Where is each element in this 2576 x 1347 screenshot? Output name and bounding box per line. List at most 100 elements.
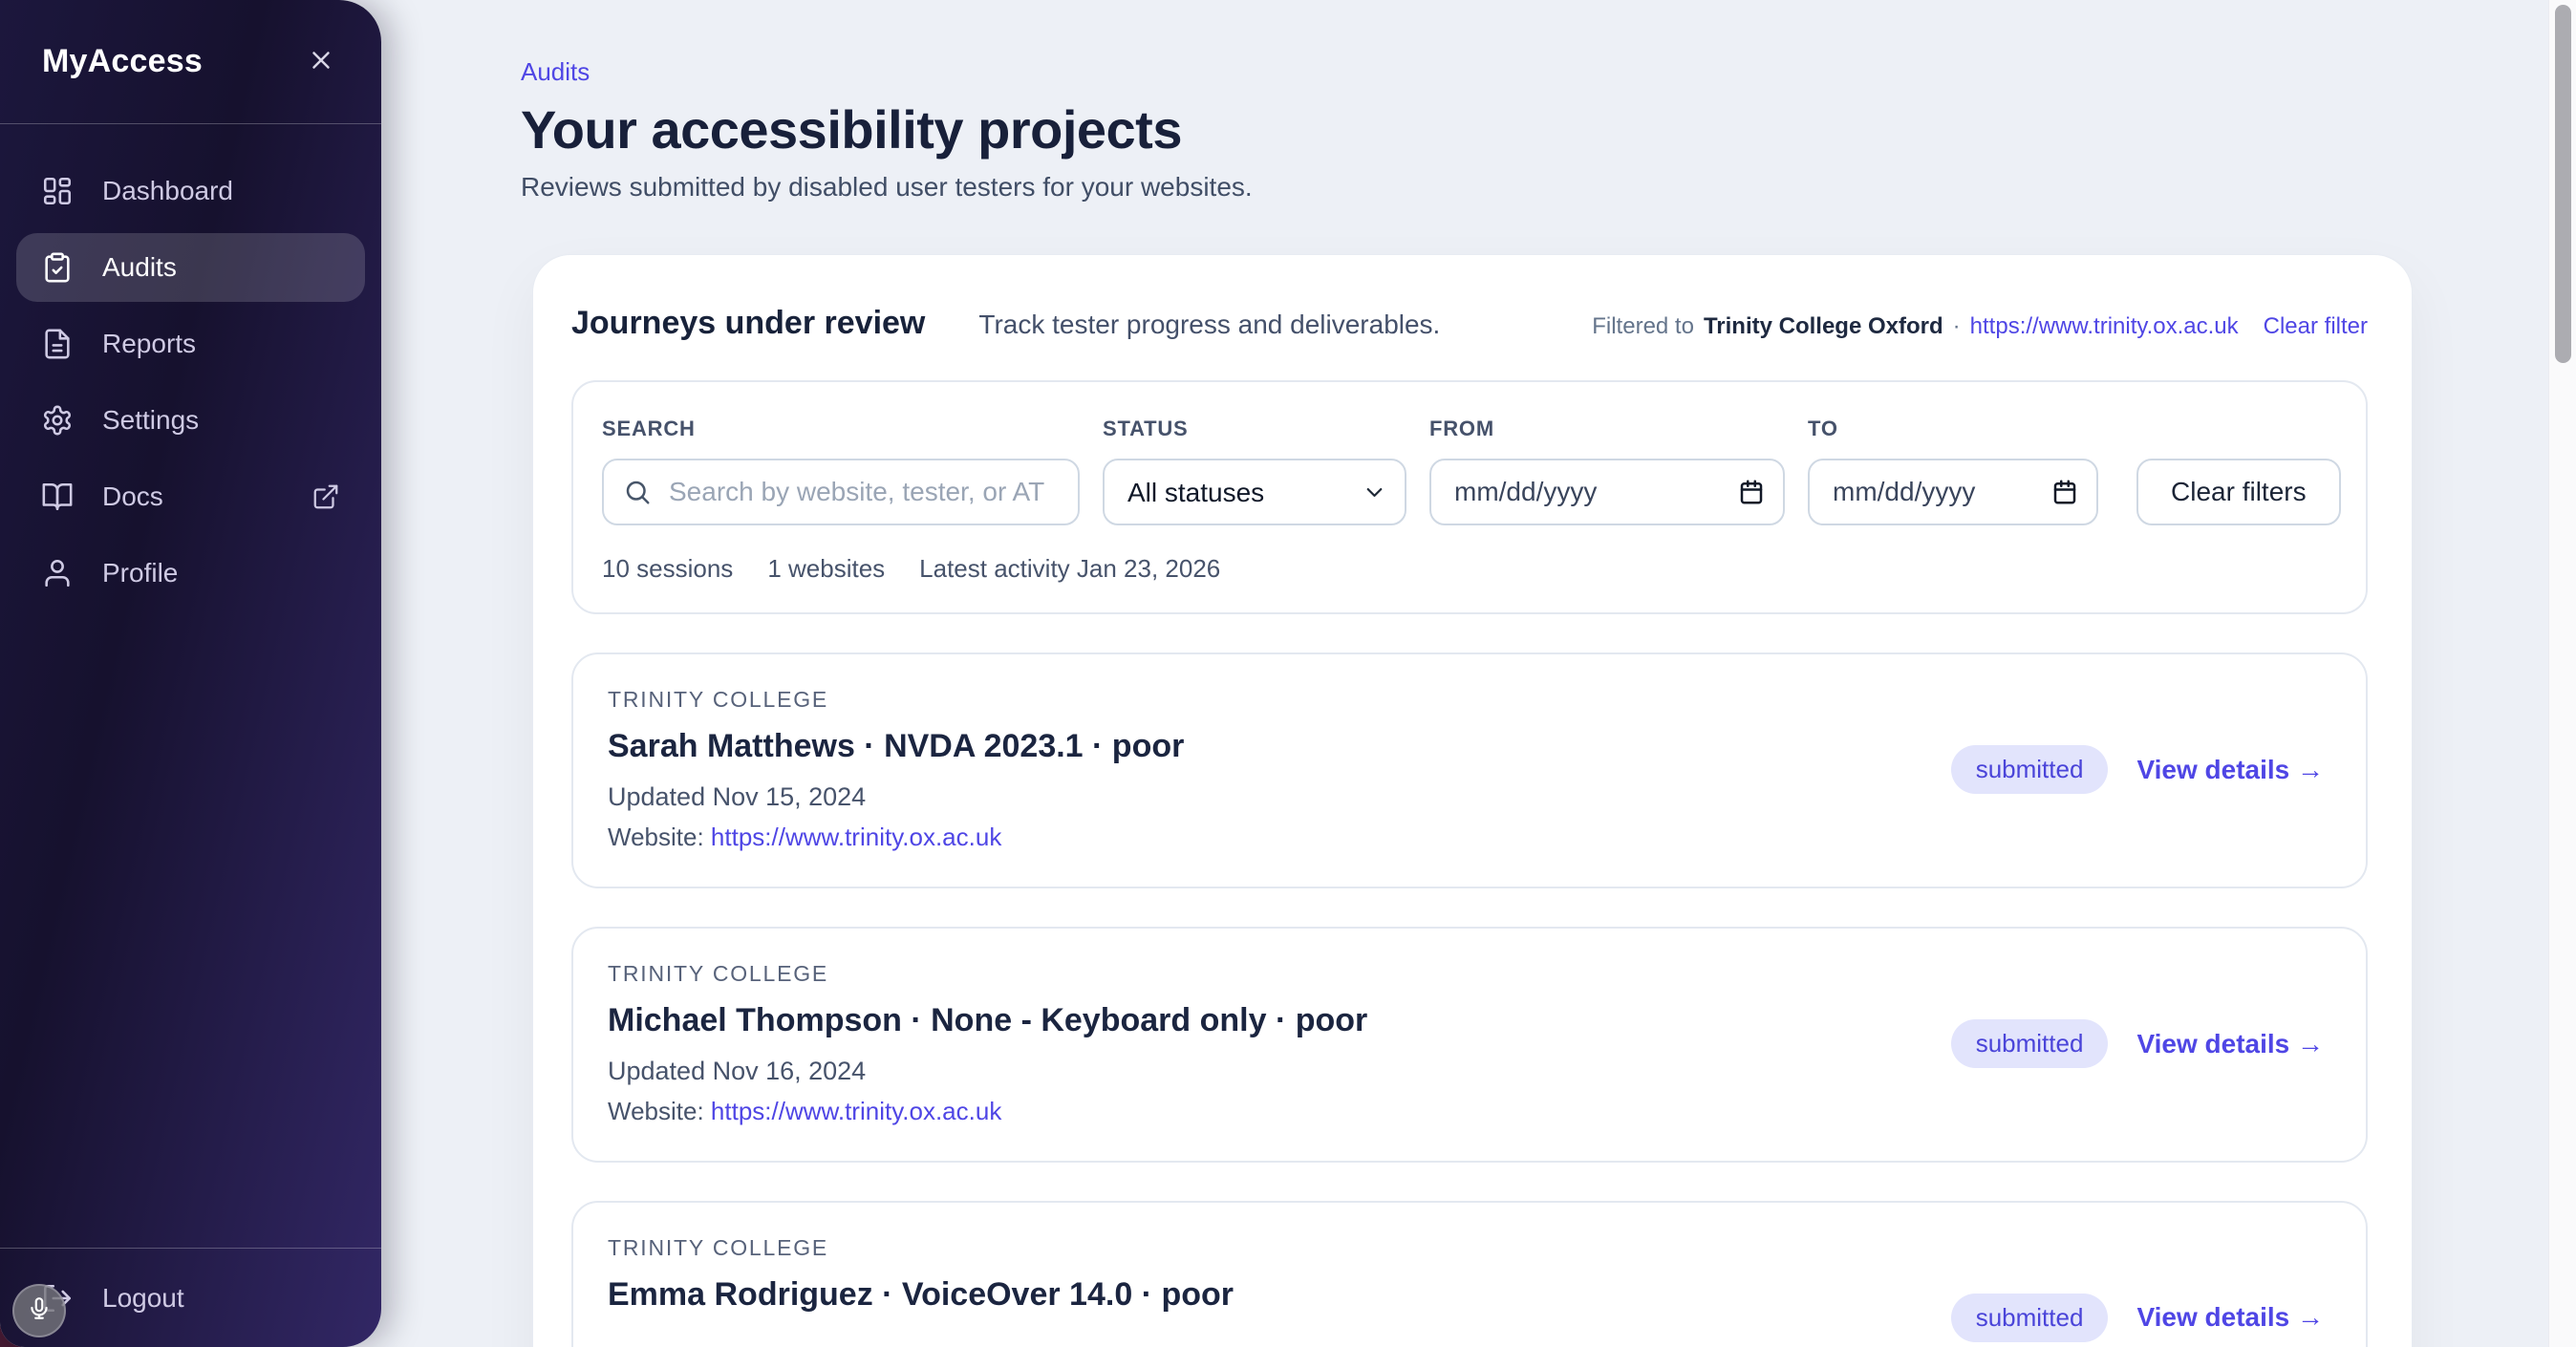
sidebar-item-label: Docs: [102, 481, 163, 512]
close-sidebar-button[interactable]: [305, 46, 337, 78]
to-calendar-icon[interactable]: [2050, 478, 2079, 506]
journey-card: TRINITY COLLEGE Sarah Matthews · NVDA 20…: [571, 652, 2368, 888]
card-actions: submitted View details →: [1951, 1294, 2324, 1342]
section-title: Journeys under review: [571, 305, 925, 342]
filter-note-prefix: Filtered to: [1592, 313, 1694, 340]
card-info: TRINITY COLLEGE Michael Thompson · None …: [608, 961, 1367, 1126]
card-actions: submitted View details →: [1951, 1019, 2324, 1068]
sidebar-item-docs[interactable]: Docs: [16, 462, 365, 531]
website-link[interactable]: https://www.trinity.ox.ac.uk: [711, 823, 1001, 851]
status-badge: submitted: [1951, 745, 2109, 794]
website-label: Website:: [608, 823, 704, 851]
sidebar: MyAccess Dashbo: [0, 0, 381, 1347]
search-input[interactable]: [667, 476, 1059, 508]
view-details-link[interactable]: View details →: [2136, 755, 2324, 785]
sidebar-item-label: Settings: [102, 405, 199, 436]
to-field-group: To: [1808, 417, 2098, 525]
to-date-input[interactable]: [1831, 476, 2043, 508]
card-title: Sarah Matthews · NVDA 2023.1 · poor: [608, 728, 1184, 765]
from-label: From: [1429, 417, 1785, 441]
card-info: TRINITY COLLEGE Emma Rodriguez · VoiceOv…: [608, 1235, 1234, 1347]
from-calendar-icon[interactable]: [1737, 478, 1766, 506]
status-badge: submitted: [1951, 1294, 2109, 1342]
close-icon: [307, 46, 335, 77]
website-link[interactable]: https://www.trinity.ox.ac.uk: [711, 1097, 1001, 1125]
view-details-link[interactable]: View details →: [2136, 1029, 2324, 1059]
search-label: Search: [602, 417, 1080, 441]
screen: Audits Your accessibility projects Revie…: [0, 0, 2576, 1347]
journey-card: TRINITY COLLEGE Emma Rodriguez · VoiceOv…: [571, 1201, 2368, 1347]
card-updated: [608, 1331, 1234, 1347]
clipboard-check-icon: [41, 251, 74, 284]
sidebar-item-reports[interactable]: Reports: [16, 310, 365, 378]
filtered-site-name: Trinity College Oxford: [1704, 313, 1943, 340]
status-field: All statuses: [1103, 459, 1406, 525]
file-text-icon: [41, 328, 74, 360]
page-title: Your accessibility projects: [521, 98, 2549, 160]
latest-activity: Latest activity Jan 23, 2026: [919, 554, 1220, 584]
sidebar-item-label: Dashboard: [102, 176, 233, 206]
filtered-site-url-link[interactable]: https://www.trinity.ox.ac.uk: [1970, 313, 2239, 340]
from-field-group: From: [1429, 417, 1785, 525]
external-link-icon: [311, 482, 340, 511]
sidebar-item-settings[interactable]: Settings: [16, 386, 365, 455]
main-content: Audits Your accessibility projects Revie…: [381, 0, 2549, 1347]
card-title: Emma Rodriguez · VoiceOver 14.0 · poor: [608, 1276, 1234, 1314]
card-website: Website: https://www.trinity.ox.ac.uk: [608, 823, 1184, 852]
sidebar-item-profile[interactable]: Profile: [16, 539, 365, 608]
to-date-field: [1808, 459, 2098, 525]
search-icon: [623, 478, 652, 506]
sidebar-nav: Dashboard Audits: [0, 124, 381, 608]
filter-toolbar: Search Status: [571, 380, 2368, 614]
sidebar-item-audits[interactable]: Audits: [16, 233, 365, 302]
card-title: Michael Thompson · None - Keyboard only …: [608, 1002, 1367, 1039]
mic-icon: [27, 1296, 52, 1326]
card-website: Website: https://www.trinity.ox.ac.uk: [608, 1097, 1367, 1126]
website-label: Website:: [608, 1097, 704, 1125]
from-date-field: [1429, 459, 1785, 525]
status-field-group: Status All statuses: [1103, 417, 1406, 525]
search-field-group: Search: [602, 417, 1080, 525]
sidebar-item-label: Profile: [102, 558, 178, 588]
clear-filter-link[interactable]: Clear filter: [2264, 313, 2368, 340]
page-subtitle: Reviews submitted by disabled user teste…: [521, 172, 2549, 203]
panel-header: Journeys under review Track tester progr…: [571, 305, 2368, 342]
org-label: TRINITY COLLEGE: [608, 1235, 1234, 1261]
scrollbar-track[interactable]: [2548, 0, 2576, 1347]
page-header: Audits Your accessibility projects Revie…: [381, 0, 2549, 203]
page-background: Audits Your accessibility projects Revie…: [0, 0, 2576, 1347]
status-badge: submitted: [1951, 1019, 2109, 1068]
stats-row: 10 sessions 1 websites Latest activity J…: [602, 554, 2337, 584]
to-label: To: [1808, 417, 2098, 441]
card-info: TRINITY COLLEGE Sarah Matthews · NVDA 20…: [608, 687, 1184, 852]
book-open-icon: [41, 481, 74, 513]
journeys-panel: Journeys under review Track tester progr…: [532, 254, 2413, 1347]
view-details-link[interactable]: View details →: [2136, 1302, 2324, 1333]
search-field: [602, 459, 1080, 525]
filter-note: Filtered to Trinity College Oxford · htt…: [1592, 313, 2368, 340]
card-actions: submitted View details →: [1951, 745, 2324, 794]
gear-icon: [41, 404, 74, 437]
card-updated: Updated Nov 16, 2024: [608, 1057, 1367, 1087]
status-select[interactable]: All statuses: [1105, 478, 1405, 507]
logout-label: Logout: [102, 1283, 184, 1314]
websites-count: 1 websites: [767, 554, 885, 584]
from-date-input[interactable]: [1452, 476, 1729, 508]
sidebar-header: MyAccess: [0, 0, 381, 124]
card-updated: Updated Nov 15, 2024: [608, 782, 1184, 813]
scrollbar-thumb[interactable]: [2555, 5, 2571, 363]
dashboard-grid-icon: [41, 175, 74, 207]
status-label: Status: [1103, 417, 1406, 441]
clear-filters-button[interactable]: Clear filters: [2136, 459, 2341, 525]
journey-card: TRINITY COLLEGE Michael Thompson · None …: [571, 927, 2368, 1163]
filter-row: Search Status: [602, 417, 2337, 525]
sidebar-item-label: Reports: [102, 329, 196, 359]
sessions-count: 10 sessions: [602, 554, 733, 584]
sidebar-item-dashboard[interactable]: Dashboard: [16, 157, 365, 225]
user-icon: [41, 557, 74, 589]
logout-button[interactable]: Logout: [16, 1268, 365, 1329]
sidebar-item-label: Audits: [102, 252, 177, 283]
breadcrumb-audits[interactable]: Audits: [521, 57, 590, 86]
mic-overlay[interactable]: [12, 1284, 66, 1337]
section-subtitle: Track tester progress and deliverables.: [978, 310, 1440, 340]
